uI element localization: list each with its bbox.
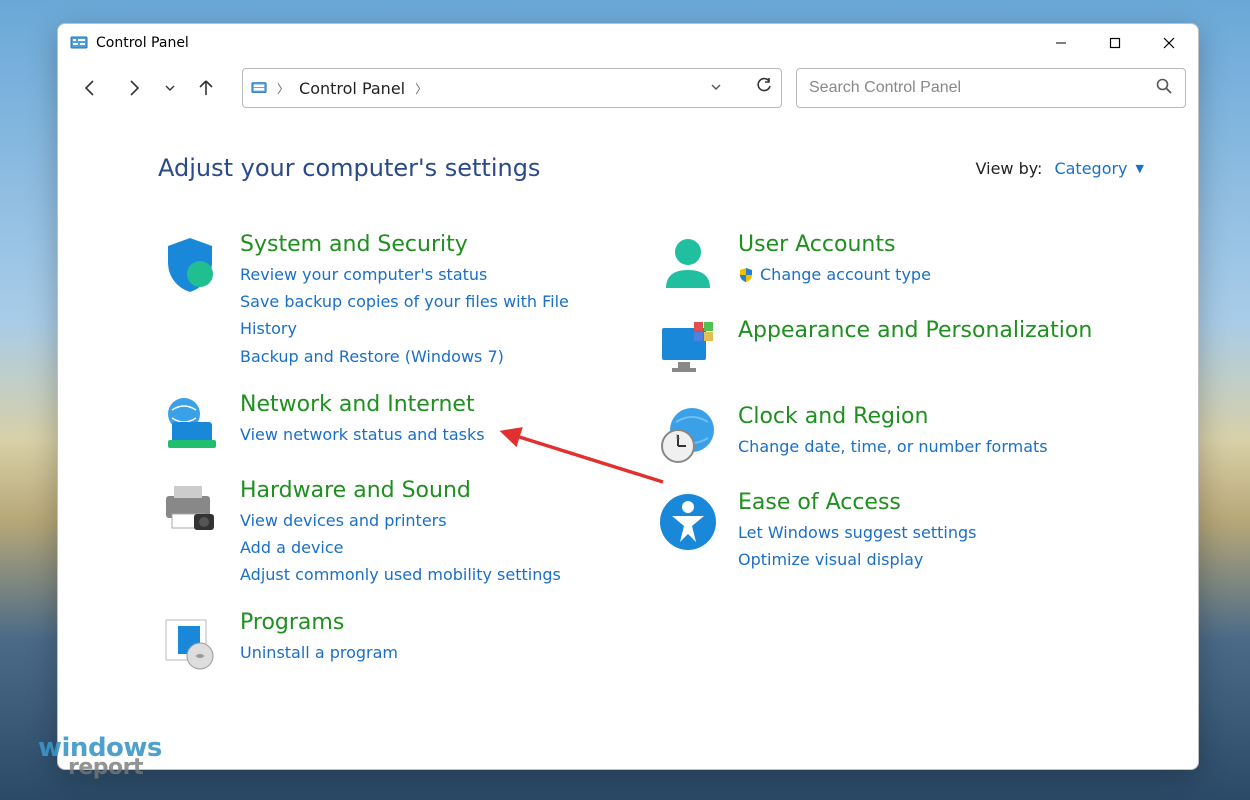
category-link-text: Change account type: [760, 261, 931, 288]
category-title[interactable]: Appearance and Personalization: [738, 318, 1092, 343]
maximize-button[interactable]: [1092, 27, 1138, 59]
refresh-button[interactable]: [755, 77, 773, 99]
category-link[interactable]: Change account type: [738, 261, 931, 288]
category-link[interactable]: Let Windows suggest settings: [738, 519, 976, 546]
search-input[interactable]: [809, 79, 1147, 97]
category-title[interactable]: Hardware and Sound: [240, 478, 561, 503]
category-programs: Programs Uninstall a program: [158, 610, 646, 674]
clock-icon: L: [656, 404, 720, 468]
search-icon[interactable]: [1155, 77, 1173, 99]
printer-icon: [158, 478, 222, 542]
category-link[interactable]: Review your computer's status: [240, 261, 570, 288]
address-bar[interactable]: 〉 Control Panel 〉: [242, 68, 782, 108]
accessibility-icon: [656, 490, 720, 554]
category-link[interactable]: Save backup copies of your files with Fi…: [240, 288, 570, 342]
view-by-label: View by:: [976, 159, 1043, 178]
category-system-security: System and Security Review your computer…: [158, 232, 646, 370]
forward-button[interactable]: [114, 70, 154, 106]
category-user-accounts: User Accounts Change account type: [656, 232, 1144, 296]
window-title: Control Panel: [96, 35, 1030, 51]
control-panel-icon: [70, 34, 88, 52]
category-title[interactable]: Clock and Region: [738, 404, 1048, 429]
category-network-internet: Network and Internet View network status…: [158, 392, 646, 456]
category-link[interactable]: Backup and Restore (Windows 7): [240, 343, 570, 370]
view-by-value[interactable]: Category: [1054, 159, 1127, 178]
category-title[interactable]: Ease of Access: [738, 490, 976, 515]
minimize-button[interactable]: [1038, 27, 1084, 59]
control-panel-window: Control Panel 〉 Contr: [57, 23, 1199, 770]
breadcrumb-separator: 〉: [415, 80, 427, 97]
page-title: Adjust your computer's settings: [158, 154, 540, 182]
category-link[interactable]: Add a device: [240, 534, 561, 561]
up-button[interactable]: [186, 70, 226, 106]
svg-text:L: L: [676, 433, 680, 441]
appearance-icon: [656, 318, 720, 382]
category-link[interactable]: Optimize visual display: [738, 546, 976, 573]
category-appearance: Appearance and Personalization: [656, 318, 1144, 382]
history-dropdown-button[interactable]: [709, 79, 723, 98]
user-icon: [656, 232, 720, 296]
category-title[interactable]: System and Security: [240, 232, 570, 257]
recent-locations-button[interactable]: [158, 70, 182, 106]
close-button[interactable]: [1146, 27, 1192, 59]
chevron-down-icon: ▼: [1136, 162, 1144, 175]
category-ease-of-access: Ease of Access Let Windows suggest setti…: [656, 490, 1144, 573]
category-link[interactable]: Change date, time, or number formats: [738, 433, 1048, 460]
view-by-control[interactable]: View by: Category ▼: [976, 159, 1144, 178]
category-title[interactable]: User Accounts: [738, 232, 931, 257]
search-box[interactable]: [796, 68, 1186, 108]
breadcrumb-separator: 〉: [277, 80, 289, 97]
category-link[interactable]: Uninstall a program: [240, 639, 398, 666]
navigation-row: 〉 Control Panel 〉: [58, 62, 1198, 114]
category-link[interactable]: Adjust commonly used mobility settings: [240, 561, 561, 588]
content-area: Adjust your computer's settings View by:…: [58, 114, 1198, 769]
programs-icon: [158, 610, 222, 674]
shield-icon: [158, 232, 222, 296]
network-icon: [158, 392, 222, 456]
category-hardware-sound: Hardware and Sound View devices and prin…: [158, 478, 646, 589]
control-panel-icon: [251, 80, 267, 96]
back-button[interactable]: [70, 70, 110, 106]
category-title[interactable]: Network and Internet: [240, 392, 485, 417]
category-link[interactable]: View network status and tasks: [240, 421, 485, 448]
titlebar: Control Panel: [58, 24, 1198, 62]
uac-shield-icon: [738, 267, 754, 283]
watermark: windows report: [38, 737, 162, 778]
category-clock-region: L Clock and Region Change date, time, or…: [656, 404, 1144, 468]
breadcrumb-item[interactable]: Control Panel: [299, 79, 405, 98]
category-link[interactable]: View devices and printers: [240, 507, 561, 534]
category-title[interactable]: Programs: [240, 610, 398, 635]
